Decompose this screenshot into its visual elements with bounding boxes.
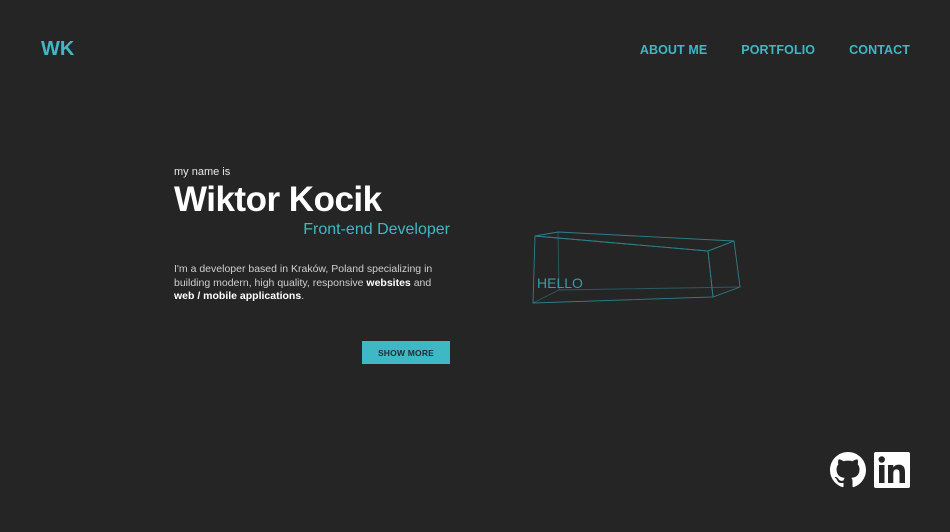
bio-part: and [410,276,432,289]
nav-contact[interactable]: CONTACT [849,43,910,57]
bio-highlight-applications: web / mobile applications [174,290,302,302]
bio-highlight-websites: websites [366,276,411,289]
page-title: Wiktor Kocik [174,180,382,219]
bio-text: I'm a developer based in Kraków, Poland … [174,263,450,304]
github-link[interactable] [830,452,866,488]
wireframe-box[interactable]: HELLO [528,230,748,310]
job-title: Front-end Developer [303,221,450,238]
social-links [830,452,910,488]
logo[interactable]: WK [41,38,74,61]
hero-section: my name is Wiktor Kocik Front-end Develo… [174,166,450,304]
bio-part: . [301,290,305,302]
github-icon [830,452,866,488]
intro-text: my name is [174,166,231,178]
main-nav: ABOUT ME PORTFOLIO CONTACT [606,43,910,57]
nav-portfolio[interactable]: PORTFOLIO [741,43,815,57]
linkedin-icon [874,452,910,488]
show-more-button[interactable]: SHOW MORE [362,341,450,364]
linkedin-link[interactable] [874,452,910,488]
box-label: HELLO [537,275,583,291]
nav-about-me[interactable]: ABOUT ME [640,43,707,57]
